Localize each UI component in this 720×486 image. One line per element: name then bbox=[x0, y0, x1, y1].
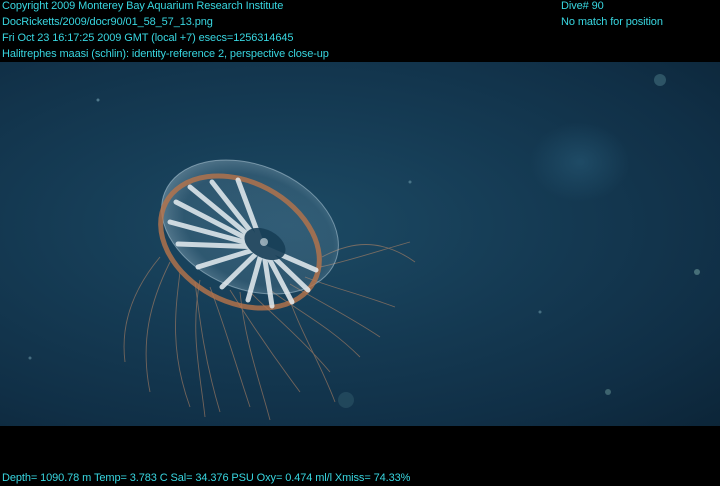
telemetry-text: Depth= 1090.78 m Temp= 3.783 C Sal= 34.3… bbox=[2, 472, 411, 484]
copyright-text: Copyright 2009 Monterey Bay Aquarium Res… bbox=[2, 0, 284, 12]
timestamp-text: Fri Oct 23 16:17:25 2009 GMT (local +7) … bbox=[2, 32, 294, 44]
position-status-text: No match for position bbox=[561, 16, 663, 28]
annotation-text: Halitrephes maasi (schlin): identity-ref… bbox=[2, 48, 329, 60]
dive-number-text: Dive# 90 bbox=[561, 0, 604, 12]
file-path-text: DocRicketts/2009/docr90/01_58_57_13.png bbox=[2, 16, 213, 28]
video-frame bbox=[0, 62, 720, 426]
jellyfish-image bbox=[28, 74, 700, 421]
